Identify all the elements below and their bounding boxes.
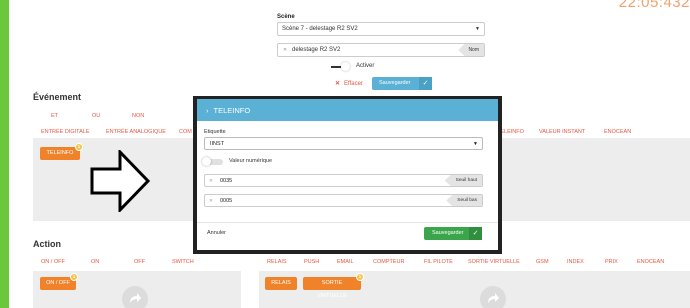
tab-com[interactable]: COM <box>179 129 192 135</box>
tab-non[interactable]: NON <box>132 113 144 119</box>
etiquette-value: IINST <box>210 141 225 147</box>
tab-enocean[interactable]: ENOCEAN <box>604 129 631 135</box>
scene-name-tag: Nom <box>458 44 484 56</box>
seuil-haut-field[interactable]: ✕ 0035 Seuil haut <box>204 174 483 187</box>
tab-prix[interactable]: PRIX <box>605 259 618 265</box>
tab-switch[interactable]: SWITCH <box>172 259 194 265</box>
valeur-numerique-label: Valeur numérique <box>229 158 273 164</box>
scene-label: Scène <box>277 14 295 20</box>
tab-push[interactable]: PUSH <box>304 259 319 265</box>
close-icon: ✕ <box>335 81 341 87</box>
teleinfo-modal: › TELEINFO Etiquette IINST ▼ Valeur numér… <box>197 99 498 250</box>
tab-valeur-instant[interactable]: VALEUR INSTANT <box>539 129 585 135</box>
sortie-virtuelle-chip-badge: 1 <box>356 273 364 281</box>
tab-ou[interactable]: OU <box>92 113 100 119</box>
actif-toggle-track[interactable] <box>331 66 341 68</box>
tab-off[interactable]: OFF <box>134 259 145 265</box>
tab-on[interactable]: ON <box>91 259 99 265</box>
add-action-right-button[interactable] <box>480 286 506 308</box>
tab-gsm[interactable]: GSM <box>536 259 549 265</box>
sidebar-strip <box>0 0 9 308</box>
tab-entree-analogique[interactable]: ENTRÉE ANALOGIQUE <box>106 129 166 135</box>
seuil-haut-tag: Seuil haut <box>444 175 482 186</box>
relais-chip[interactable]: RELAIS <box>265 277 297 290</box>
chevron-down-icon: ▼ <box>473 141 478 147</box>
tab-enocean-action[interactable]: ENOCEAN <box>637 259 664 265</box>
cancel-button[interactable]: Annuler <box>207 230 226 236</box>
check-icon: ✓ <box>469 227 482 240</box>
tab-sortie-virtuelle[interactable]: SORTIE VIRTUELLE <box>468 259 520 265</box>
clear-icon[interactable]: ✕ <box>209 198 213 204</box>
evenement-title: Événement <box>33 92 82 102</box>
clear-icon[interactable]: ✕ <box>283 47 287 53</box>
effacer-label: Effacer <box>344 81 363 87</box>
arrow-right-icon <box>90 150 150 212</box>
seuil-bas-field[interactable]: ✕ 0005 Seuil bas <box>204 194 483 207</box>
modal-save-label: Sauvegarder <box>432 230 464 236</box>
share-icon <box>130 293 141 303</box>
etiquette-label: Etiquette <box>204 129 226 135</box>
add-action-left-button[interactable] <box>122 286 148 308</box>
seuil-haut-value: 0035 <box>220 178 233 184</box>
modal-title: TELEINFO <box>213 106 251 115</box>
teleinfo-chip-badge: 1 <box>75 143 83 151</box>
scene-save-label: Sauvegarder <box>379 80 411 86</box>
modal-header: › TELEINFO <box>197 99 498 121</box>
tab-index[interactable]: INDEX <box>567 259 584 265</box>
teleinfo-chip[interactable]: TELEINFO <box>40 147 80 160</box>
seuil-bas-tag: Seuil bas <box>446 195 482 206</box>
tab-on-off[interactable]: ON / OFF <box>41 259 65 265</box>
seuil-bas-value: 0005 <box>220 198 233 204</box>
actif-label: Activer <box>356 63 375 69</box>
toggle-knob <box>202 157 211 166</box>
modal-save-button[interactable]: Sauvegarder ✓ <box>424 227 482 240</box>
share-icon <box>488 293 499 303</box>
tab-et[interactable]: ET <box>51 113 58 119</box>
on-off-chip-badge: 1 <box>70 273 78 281</box>
effacer-button[interactable]: ✕ Effacer <box>335 80 363 87</box>
scene-save-button[interactable]: Sauvegarder ✓ <box>372 77 432 90</box>
valeur-numerique-toggle[interactable] <box>202 157 223 166</box>
chevron-down-icon: ▼ <box>475 26 480 32</box>
tab-email[interactable]: EMAIL <box>337 259 354 265</box>
etiquette-select[interactable]: IINST ▼ <box>204 137 483 150</box>
actif-toggle-knob[interactable] <box>341 62 350 71</box>
tab-relais[interactable]: RELAIS <box>267 259 287 265</box>
modal-divider <box>197 222 498 223</box>
clock-display: 22:05:432 <box>618 0 690 11</box>
tab-compteur[interactable]: COMPTEUR <box>373 259 404 265</box>
scene-select-value: Scène 7 - delestage R2 SV2 <box>282 26 358 32</box>
clear-icon[interactable]: ✕ <box>209 178 213 184</box>
scene-name-value: delestage R2 SV2 <box>292 47 341 53</box>
action-title: Action <box>33 239 61 249</box>
scene-name-field[interactable]: ✕ delestage R2 SV2 Nom <box>277 43 485 57</box>
sortie-virtuelle-chip[interactable]: SORTIE VIRTUELLE <box>303 277 361 299</box>
check-icon: ✓ <box>419 77 432 90</box>
tab-fil-pilote[interactable]: FIL PILOTE <box>424 259 453 265</box>
chevron-right-icon: › <box>206 106 209 115</box>
scene-select[interactable]: Scène 7 - delestage R2 SV2 ▼ <box>277 22 485 36</box>
tab-entree-digitale[interactable]: ENTRÉE DIGITALE <box>41 129 90 135</box>
